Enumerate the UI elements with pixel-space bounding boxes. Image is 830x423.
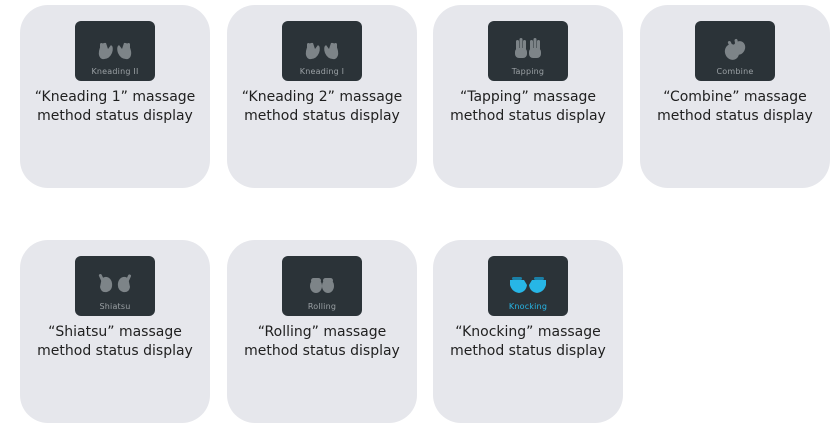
- kneading-2-status-tile: Kneading I: [282, 21, 362, 81]
- rolling-card: Rolling “Rolling” massage method status …: [227, 240, 417, 423]
- card-caption: “Rolling” massage method status display: [227, 323, 417, 361]
- caption-line-2: method status display: [450, 343, 606, 359]
- card-caption: “Knocking” massage method status display: [433, 323, 623, 361]
- tile-label: Knocking: [508, 302, 548, 311]
- caption-line-1: “Kneading 1” massage: [34, 89, 196, 105]
- knocking-card: Knocking “Knocking” massage method statu…: [433, 240, 623, 423]
- tile-label: Tapping: [511, 67, 545, 76]
- kneading-1-status-tile: Kneading II: [75, 21, 155, 81]
- caption-line-2: method status display: [244, 108, 400, 124]
- tile-label: Kneading I: [299, 67, 345, 76]
- card-caption: “Kneading 2” massage method status displ…: [227, 88, 417, 126]
- tile-label: Kneading II: [91, 67, 139, 76]
- rolling-status-tile: Rolling: [282, 256, 362, 316]
- tile-label: Shiatsu: [99, 302, 131, 311]
- shiatsu-status-tile: Shiatsu: [75, 256, 155, 316]
- caption-line-1: “Tapping” massage: [459, 89, 597, 105]
- caption-line-1: “Rolling” massage: [257, 324, 387, 340]
- tapping-card: Tapping “Tapping” massage method status …: [433, 5, 623, 188]
- card-caption: “Tapping” massage method status display: [433, 88, 623, 126]
- caption-line-2: method status display: [244, 343, 400, 359]
- caption-line-2: method status display: [657, 108, 813, 124]
- combine-card: Combine “Combine” massage method status …: [640, 5, 830, 188]
- knocking-status-tile: Knocking: [488, 256, 568, 316]
- caption-line-2: method status display: [37, 108, 193, 124]
- tile-label: Combine: [716, 67, 754, 76]
- card-caption: “Shiatsu” massage method status display: [20, 323, 210, 361]
- card-caption: “Combine” massage method status display: [640, 88, 830, 126]
- tile-label: Rolling: [307, 302, 337, 311]
- caption-line-1: “Shiatsu” massage: [48, 324, 182, 340]
- tapping-status-tile: Tapping: [488, 21, 568, 81]
- caption-line-1: “Combine” massage: [663, 89, 807, 105]
- caption-line-2: method status display: [37, 343, 193, 359]
- caption-line-2: method status display: [450, 108, 606, 124]
- card-caption: “Kneading 1” massage method status displ…: [20, 88, 210, 126]
- shiatsu-card: Shiatsu “Shiatsu” massage method status …: [20, 240, 210, 423]
- caption-line-1: “Kneading 2” massage: [241, 89, 403, 105]
- kneading-2-card: Kneading I “Kneading 2” massage method s…: [227, 5, 417, 188]
- combine-status-tile: Combine: [695, 21, 775, 81]
- kneading-1-card: Kneading II “Kneading 1” massage method …: [20, 5, 210, 188]
- caption-line-1: “Knocking” massage: [455, 324, 601, 340]
